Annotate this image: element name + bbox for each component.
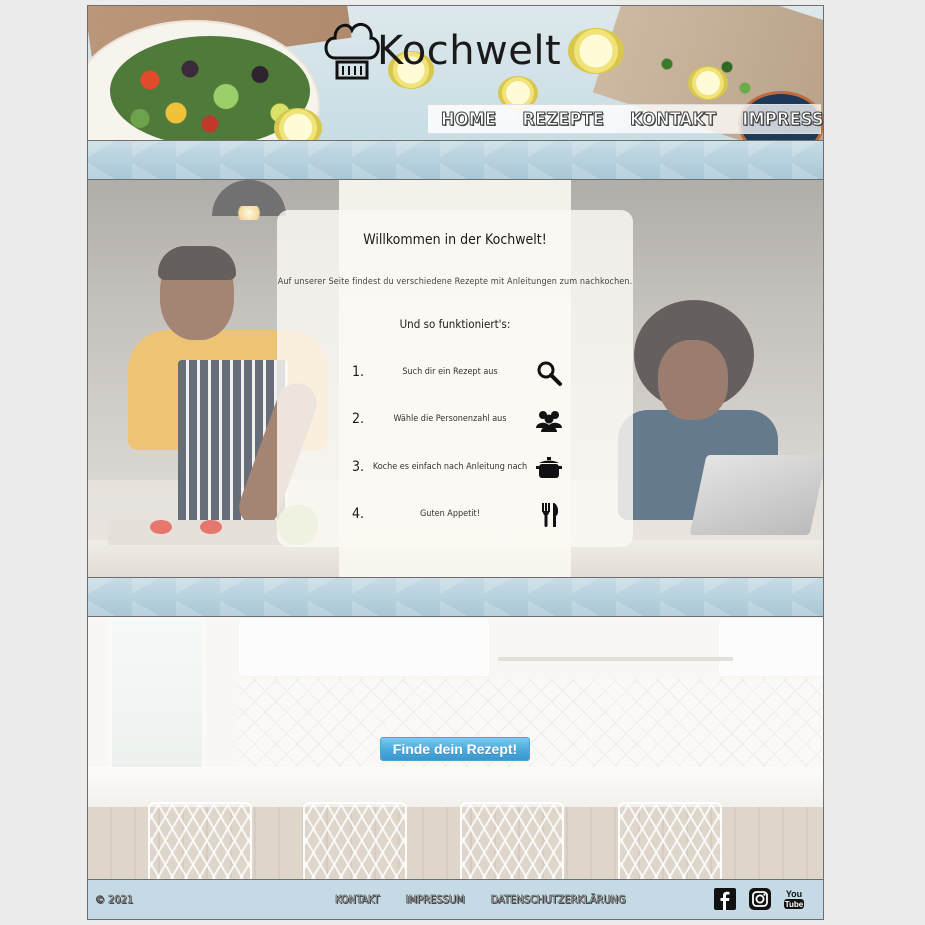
how-it-works-heading: Und so funktioniert's:	[399, 317, 511, 331]
step-3: 3. Koche es einfach nach Anleitung nach	[352, 452, 567, 482]
step-text: Such dir ein Rezept aus	[402, 367, 498, 377]
youtube-icon-you: You	[786, 889, 802, 899]
step-text: Guten Appetit!	[420, 509, 480, 519]
step-number: 4.	[352, 506, 365, 522]
welcome-card: Willkommen in der Kochwelt! Auf unserer …	[277, 210, 633, 547]
header-lemon-slice	[688, 66, 728, 100]
welcome-intro: Auf unserer Seite findest du verschieden…	[277, 277, 633, 287]
step-1: 1. Such dir ein Rezept aus	[352, 357, 567, 387]
welcome-title: Willkommen in der Kochwelt!	[363, 232, 547, 248]
page: Kochwelt HOME REZEPTE KONTAKT IMPRESSUM	[87, 5, 824, 920]
nav-home[interactable]: HOME	[440, 108, 496, 130]
copyright: © 2021	[95, 893, 134, 907]
main-nav: HOME REZEPTE KONTAKT IMPRESSUM	[428, 104, 823, 134]
logo[interactable]: Kochwelt	[321, 16, 581, 86]
step-4: 4. Guten Appetit!	[352, 499, 567, 529]
step-2: 2. Wähle die Personenzahl aus	[352, 404, 567, 434]
people-icon	[536, 411, 562, 432]
step-text: Wähle die Personenzahl aus	[393, 414, 507, 424]
header-lemon-slice	[274, 108, 322, 140]
footer-link-kontakt[interactable]: KONTAKT	[335, 893, 380, 907]
brand-name: Kochwelt	[377, 28, 562, 74]
nav-kontakt[interactable]: KONTAKT	[630, 108, 717, 130]
hero-section: Willkommen in der Kochwelt! Auf unserer …	[88, 180, 823, 577]
chef-hat-icon	[324, 22, 380, 80]
find-recipe-button[interactable]: Finde dein Rezept!	[380, 737, 530, 761]
step-number: 2.	[352, 411, 365, 427]
site-header: Kochwelt HOME REZEPTE KONTAKT IMPRESSUM	[88, 6, 823, 141]
decorative-band	[88, 140, 823, 180]
instagram-icon[interactable]	[749, 888, 771, 910]
cta-section: Finde dein Rezept!	[88, 617, 823, 879]
footer-link-datenschutz[interactable]: DATENSCHUTZERKLÄRUNG	[490, 893, 626, 907]
footer-link-impressum[interactable]: IMPRESSUM	[405, 893, 464, 907]
magnifier-icon	[537, 361, 562, 386]
pot-icon	[536, 457, 562, 478]
nav-rezepte[interactable]: REZEPTE	[522, 108, 605, 130]
site-footer: © 2021 KONTAKT IMPRESSUM DATENSCHUTZERKL…	[88, 879, 823, 919]
nav-impressum[interactable]: IMPRESSUM	[742, 108, 823, 130]
step-number: 1.	[352, 364, 365, 380]
facebook-icon[interactable]	[714, 888, 736, 910]
step-text: Koche es einfach nach Anleitung nach	[372, 462, 528, 472]
step-number: 3.	[352, 459, 365, 475]
footer-links: KONTAKT IMPRESSUM DATENSCHUTZERKLÄRUNG	[335, 893, 652, 907]
cutlery-icon	[542, 503, 559, 527]
decorative-band	[88, 577, 823, 617]
youtube-icon[interactable]: You Tube	[783, 888, 805, 910]
youtube-icon-tube: Tube	[785, 900, 804, 909]
